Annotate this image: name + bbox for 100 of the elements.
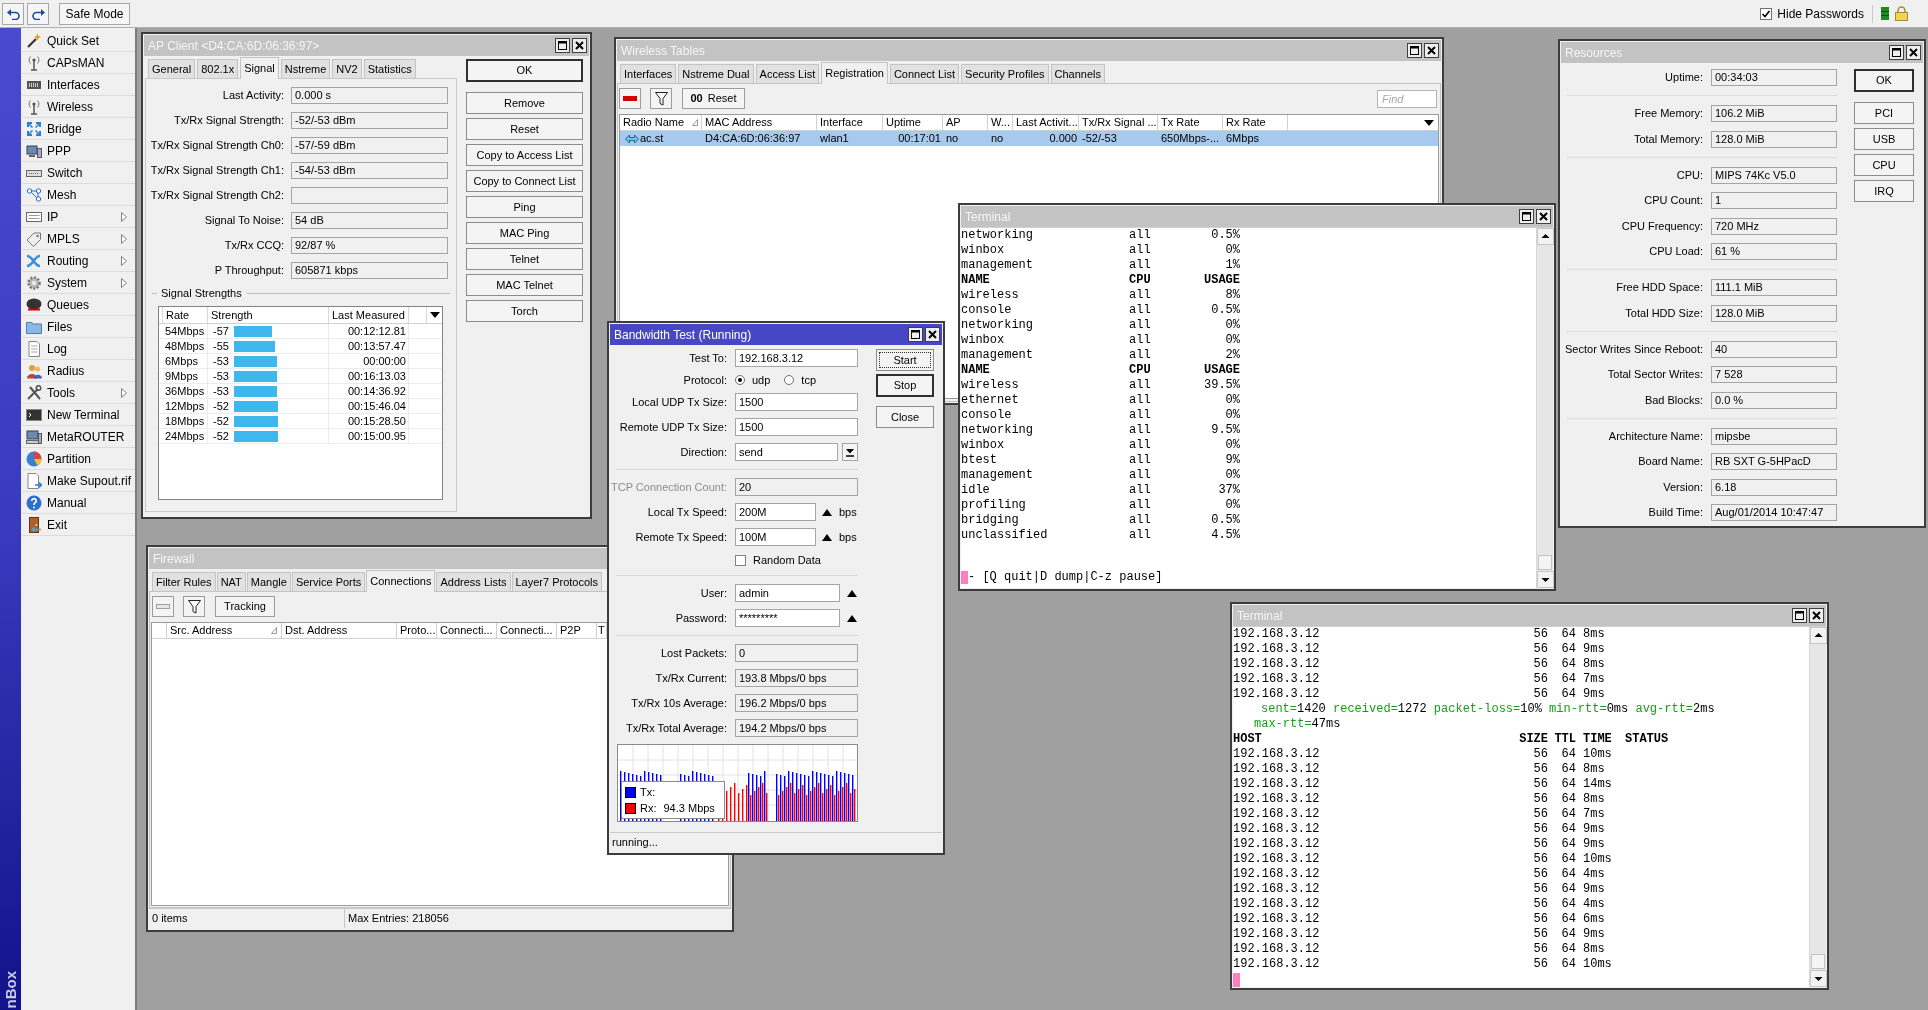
menu-item[interactable]: Interfaces	[22, 74, 135, 96]
button[interactable]: Close	[876, 406, 934, 428]
text-field[interactable]: 192.168.3.12	[735, 349, 858, 367]
column-header[interactable]: Dst. Address	[282, 623, 397, 638]
menu-item[interactable]: Partition	[22, 448, 135, 470]
checkbox[interactable]: Hide Passwords	[1760, 4, 1864, 23]
close-icon[interactable]	[1809, 608, 1824, 623]
menu-item[interactable]: Tools	[22, 382, 135, 404]
button[interactable]: USB	[1854, 128, 1914, 150]
reset-button[interactable]: 00 Reset	[682, 88, 745, 109]
menu-item[interactable]: Routing	[22, 250, 135, 272]
column-header[interactable]: Connecti...	[437, 623, 497, 638]
button[interactable]: Torch	[466, 300, 583, 322]
menu-item[interactable]: Wireless	[22, 96, 135, 118]
close-icon[interactable]	[925, 327, 940, 342]
tab[interactable]: Channels	[1050, 64, 1106, 83]
checkbox[interactable]: Random Data	[735, 551, 821, 569]
column-header[interactable]: Strength	[208, 307, 329, 323]
column-header[interactable]: Radio Name	[620, 115, 702, 130]
column-header[interactable]: W...	[988, 115, 1013, 130]
menu-item[interactable]: MetaROUTER	[22, 426, 135, 448]
tab[interactable]: 802.1x	[197, 59, 239, 78]
button[interactable]: MAC Ping	[466, 222, 583, 244]
column-header[interactable]: P2P	[557, 623, 597, 638]
maximize-icon[interactable]	[1519, 209, 1534, 224]
column-header[interactable]: Rx Rate	[1223, 115, 1288, 130]
scrollbar-thumb[interactable]	[1538, 555, 1552, 570]
menu-item[interactable]: PPP	[22, 140, 135, 162]
tab[interactable]: General	[148, 59, 196, 78]
button[interactable]: IRQ	[1854, 180, 1914, 202]
column-header[interactable]: Rate	[163, 307, 208, 323]
column-header[interactable]: Last Activit...	[1013, 115, 1079, 130]
text-field[interactable]: send	[735, 443, 838, 461]
scroll-up-icon[interactable]	[1537, 228, 1554, 245]
tab[interactable]: NAT	[216, 572, 246, 591]
button[interactable]: PCI	[1854, 102, 1914, 124]
radio-option[interactable]: udp	[735, 371, 771, 389]
text-field[interactable]: 200M	[735, 503, 816, 521]
tab[interactable]: Signal	[240, 57, 279, 79]
undo-button[interactable]	[2, 2, 24, 25]
redo-button[interactable]	[27, 2, 49, 25]
table-row[interactable]: ac.st D4:CA:6D:06:36:97 wlan1 00:17:01 no no 0.000 -52/-53 650Mbps-... 6Mbps	[620, 131, 1438, 146]
scroll-down-icon[interactable]	[1810, 970, 1827, 987]
maximize-icon[interactable]	[555, 38, 570, 53]
column-header[interactable]: MAC Address	[702, 115, 817, 130]
maximize-icon[interactable]	[1792, 608, 1807, 623]
tab[interactable]: Connect List	[889, 64, 960, 83]
menu-item[interactable]: Quick Set	[22, 30, 135, 52]
maximize-icon[interactable]	[908, 327, 923, 342]
column-header[interactable]: Uptime	[883, 115, 943, 130]
column-header[interactable]: Last Measured	[329, 307, 409, 323]
tab[interactable]: Filter Rules	[152, 572, 216, 591]
close-icon[interactable]	[1424, 43, 1439, 58]
maximize-icon[interactable]	[1889, 45, 1904, 60]
text-field[interactable]: *********	[735, 609, 840, 627]
tracking-button[interactable]: Tracking	[215, 596, 275, 617]
menu-item[interactable]: Queues	[22, 294, 135, 316]
checkbox-icon[interactable]	[735, 554, 746, 566]
radio-option[interactable]: tcp	[784, 371, 817, 389]
filter-button[interactable]	[183, 596, 205, 617]
menu-item[interactable]: Files	[22, 316, 135, 338]
tab[interactable]: Nstreme Dual	[678, 64, 754, 83]
menu-item[interactable]: Make Supout.rif	[22, 470, 135, 492]
button[interactable]: Copy to Access List	[466, 144, 583, 166]
close-icon[interactable]	[1536, 209, 1551, 224]
column-header[interactable]: Tx/Rx Signal ...	[1079, 115, 1158, 130]
remove-button[interactable]	[619, 88, 641, 109]
tab[interactable]: Access List	[755, 64, 820, 83]
tab[interactable]: Statistics	[363, 59, 416, 78]
up-arrow-icon[interactable]	[822, 508, 832, 516]
text-field[interactable]: 1500	[735, 418, 858, 436]
tab[interactable]: Connections	[366, 570, 436, 592]
button[interactable]: Ping	[466, 196, 583, 218]
up-arrow-icon[interactable]	[847, 589, 857, 597]
text-field[interactable]: admin	[735, 584, 840, 602]
scrollbar-thumb[interactable]	[1811, 954, 1825, 969]
close-icon[interactable]	[1906, 45, 1921, 60]
button[interactable]: Stop	[876, 374, 934, 397]
tab[interactable]: Nstreme	[280, 59, 331, 78]
text-field[interactable]: 100M	[735, 528, 816, 546]
tab[interactable]: Layer7 Protocols	[511, 572, 603, 591]
radio-icon[interactable]	[784, 375, 795, 385]
menu-item[interactable]: Log	[22, 338, 135, 360]
safe-mode-button[interactable]: Safe Mode	[59, 2, 130, 25]
menu-item[interactable]: System	[22, 272, 135, 294]
menu-item[interactable]: MPLS	[22, 228, 135, 250]
menu-item[interactable]: New Terminal	[22, 404, 135, 426]
button[interactable]: Start	[876, 349, 934, 371]
menu-item[interactable]: Bridge	[22, 118, 135, 140]
menu-item[interactable]: Exit	[22, 514, 135, 536]
menu-item[interactable]: Switch	[22, 162, 135, 184]
radio-icon[interactable]	[735, 375, 745, 385]
button[interactable]: CPU	[1854, 154, 1914, 176]
column-header[interactable]: Interface	[817, 115, 883, 130]
tab[interactable]: Registration	[821, 62, 888, 84]
dropdown-arrow-icon[interactable]	[429, 312, 440, 318]
button[interactable]: Reset	[466, 118, 583, 140]
up-arrow-icon[interactable]	[822, 533, 832, 541]
tab[interactable]: Mangle	[246, 572, 291, 591]
scroll-down-icon[interactable]	[1537, 571, 1554, 588]
